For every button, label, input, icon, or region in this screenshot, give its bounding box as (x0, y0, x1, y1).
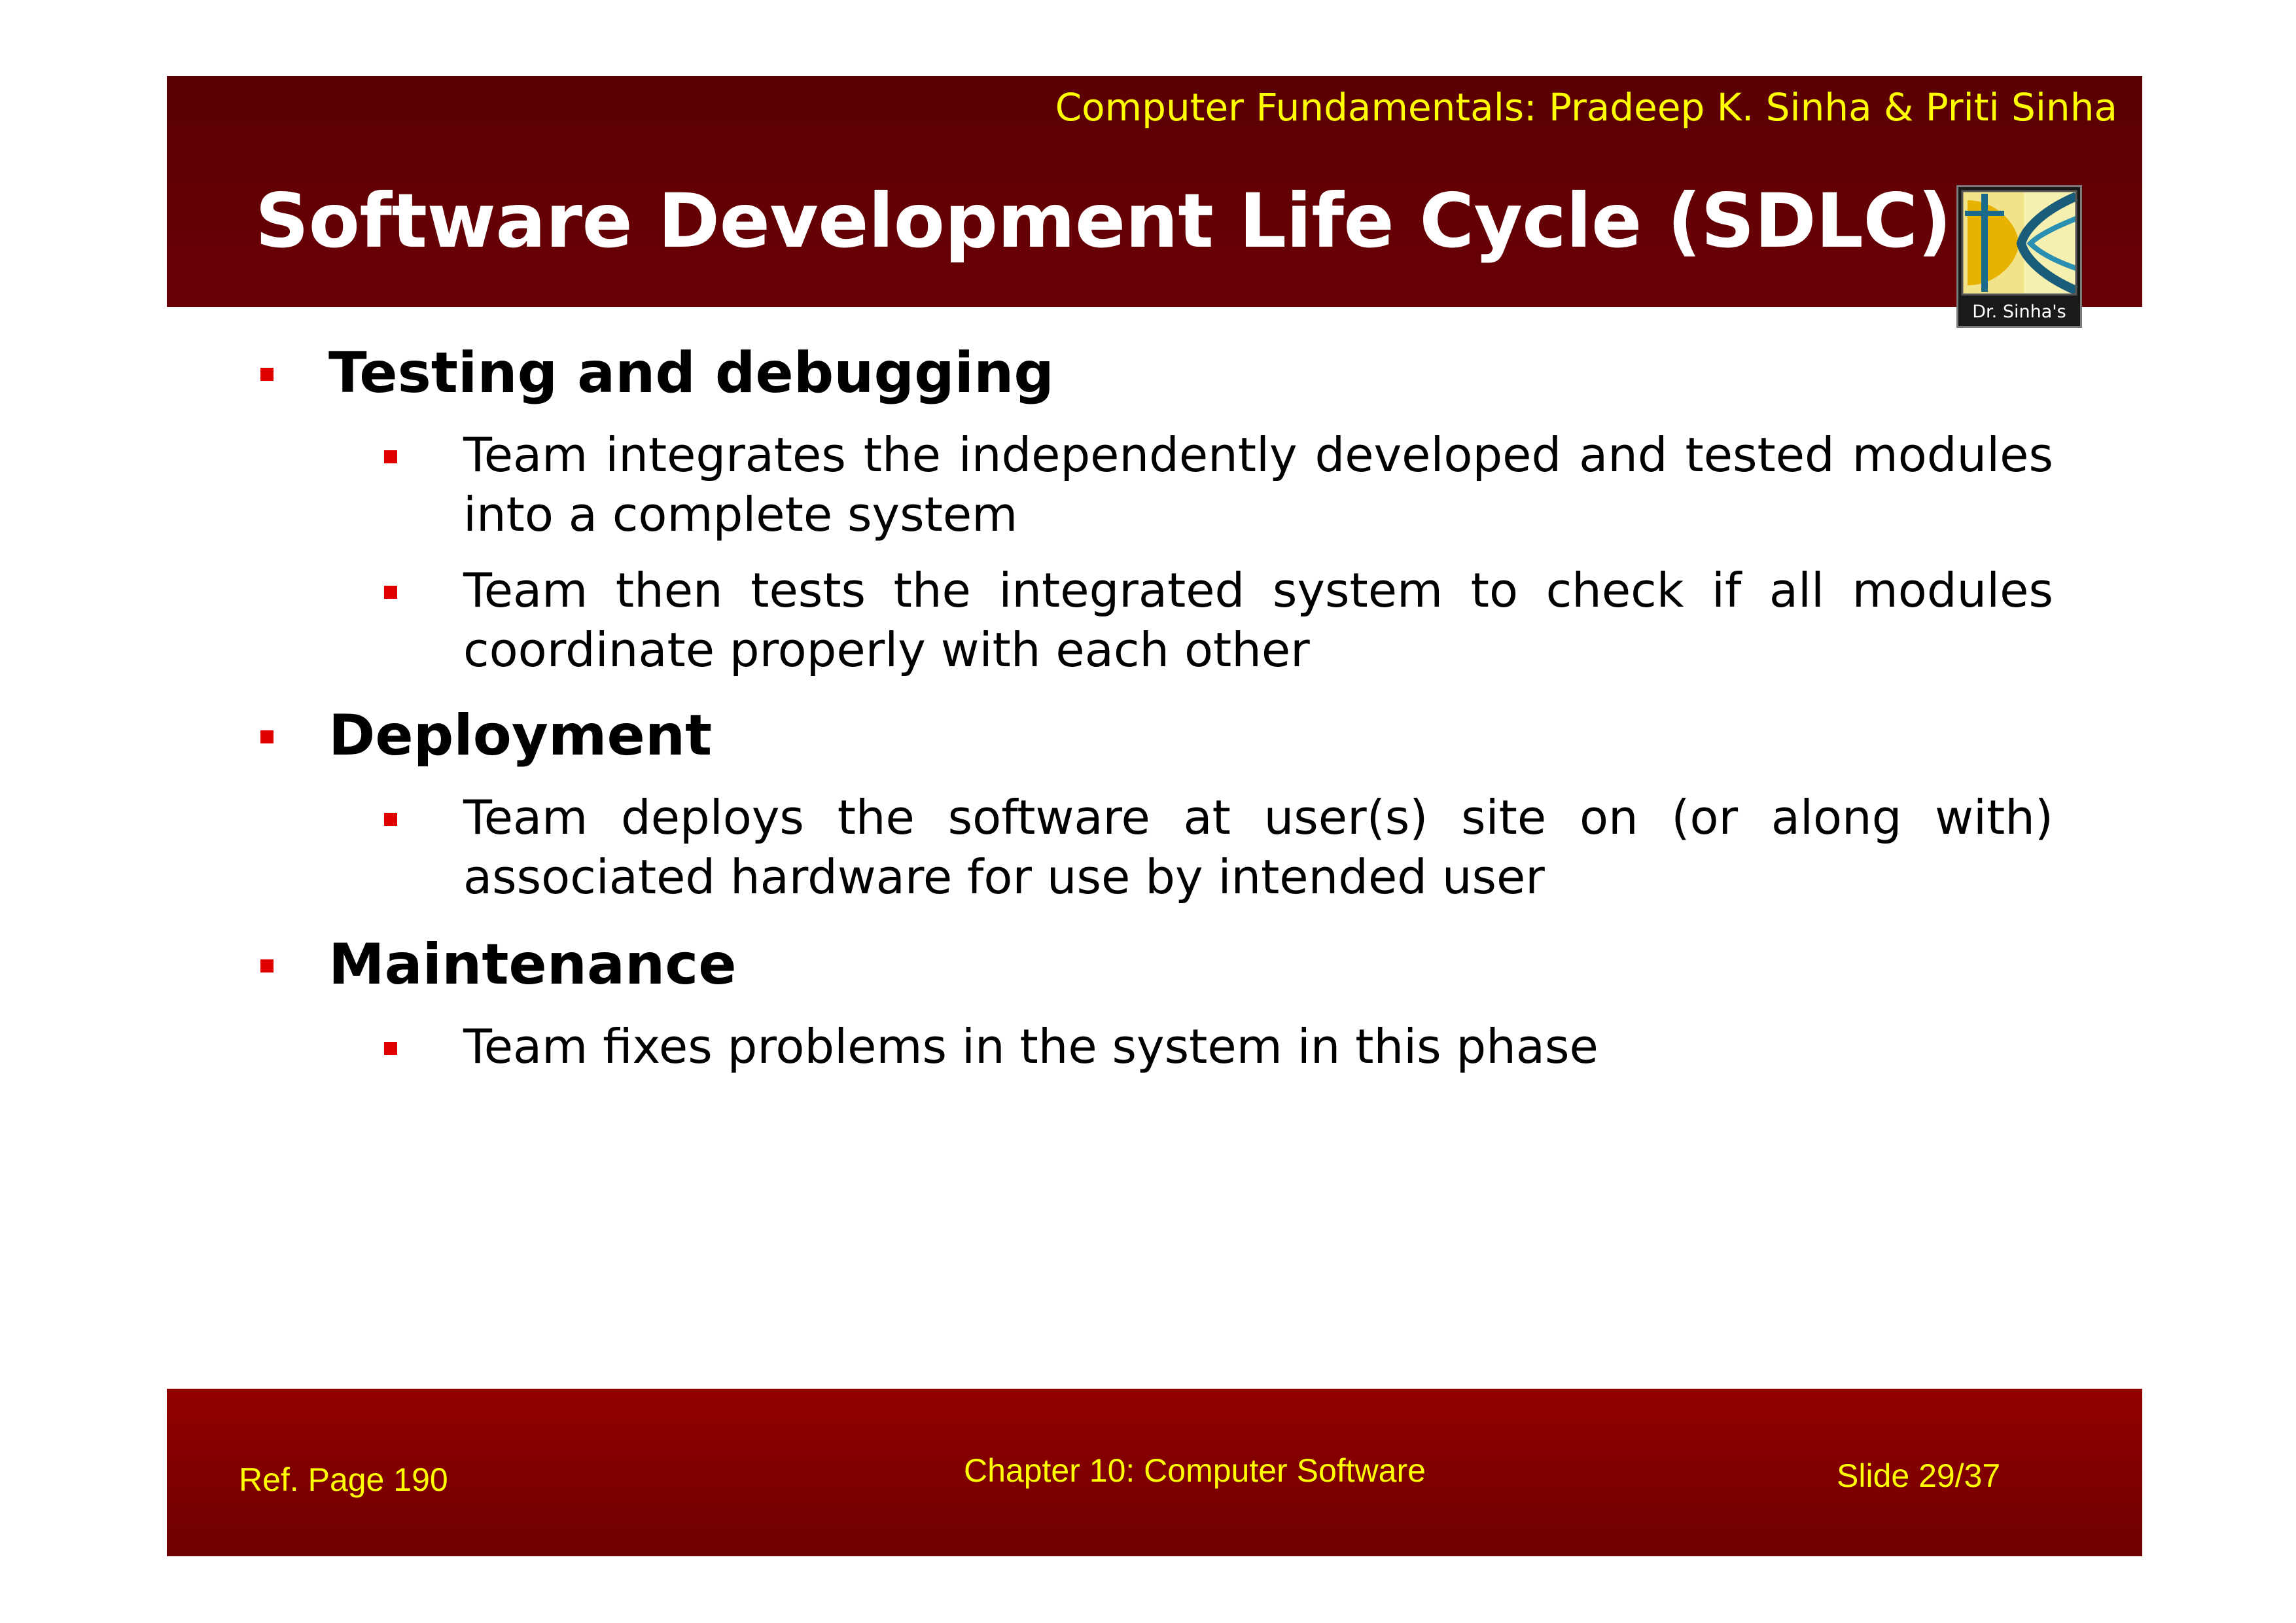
list-item: Team integrates the independently develo… (463, 427, 2053, 542)
point-bullet (384, 1042, 397, 1055)
dr-sinhas-logo-icon: Dr. Sinha's (1956, 185, 2082, 328)
slide-header: Computer Fundamentals: Pradeep K. Sinha … (167, 76, 2142, 307)
book-credit: Computer Fundamentals: Pradeep K. Sinha … (1055, 85, 2117, 130)
logo-graphic (1961, 190, 2078, 296)
slide-number: Slide 29/37 (1837, 1457, 2001, 1494)
list-item: Team then tests the integrated system to… (463, 563, 2053, 677)
list-item: Team deploys the software at user(s) sit… (463, 790, 2053, 904)
page-title: Software Development Life Cycle (SDLC) (255, 177, 1952, 264)
section-bullet (260, 368, 274, 381)
ref-page: Ref. Page 190 (239, 1461, 448, 1498)
point-bullet (384, 586, 397, 599)
slide-footer: Ref. Page 190 Chapter 10: Computer Softw… (167, 1389, 2142, 1556)
point-bullet (384, 813, 397, 826)
list-item: Team fixes problems in the system in thi… (463, 1019, 1598, 1074)
section-heading: Maintenance (328, 932, 737, 997)
chapter-label: Chapter 10: Computer Software (964, 1452, 1426, 1489)
section-bullet (260, 730, 274, 743)
section-heading: Deployment (328, 703, 713, 768)
section-heading: Testing and debugging (328, 340, 1054, 406)
logo-text: Dr. Sinha's (1972, 302, 2066, 322)
point-bullet (384, 450, 397, 463)
section-bullet (260, 959, 274, 972)
